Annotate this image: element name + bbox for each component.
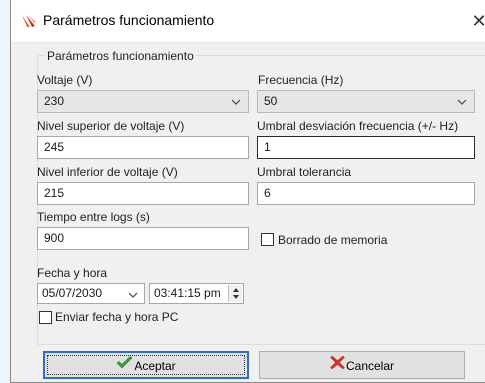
tolerance-input[interactable]: 6 — [257, 182, 475, 205]
cancel-button[interactable]: Cancelar — [259, 351, 465, 379]
lower-voltage-input[interactable]: 215 — [37, 182, 249, 205]
tolerance-label: Umbral tolerancia — [257, 165, 352, 179]
dialog-window: Parámetros funcionamiento ✕ Parámetros f… — [10, 0, 485, 383]
app-icon — [21, 13, 37, 29]
title-bar: Parámetros funcionamiento ✕ — [11, 0, 485, 43]
chevron-down-icon — [231, 93, 241, 114]
frequency-select[interactable]: 50 — [257, 90, 475, 113]
accept-button[interactable]: Aceptar — [43, 351, 249, 379]
send-pc-datetime-label[interactable]: Enviar fecha y hora PC — [55, 310, 178, 324]
close-icon[interactable]: ✕ — [467, 9, 485, 33]
voltage-value: 230 — [44, 94, 65, 108]
time-value: 03:41:15 pm — [154, 286, 221, 300]
datetime-label: Fecha y hora — [37, 266, 108, 280]
chevron-down-icon — [457, 93, 467, 114]
focus-rectangle — [47, 355, 245, 375]
cancel-label: Cancelar — [345, 358, 395, 373]
date-picker[interactable]: 05/07/2030 — [37, 283, 145, 304]
time-picker[interactable]: 03:41:15 pm — [149, 283, 244, 304]
lower-voltage-label: Nivel inferior de voltaje (V) — [37, 165, 178, 179]
groupbox-label: Parámetros funcionamiento — [45, 49, 196, 63]
cross-icon — [330, 353, 345, 379]
voltage-select[interactable]: 230 — [37, 90, 249, 113]
send-pc-datetime-checkbox[interactable] — [39, 311, 52, 324]
frequency-value: 50 — [264, 94, 278, 108]
memory-erase-checkbox[interactable] — [261, 233, 274, 246]
window-title: Parámetros funcionamiento — [43, 12, 215, 28]
log-interval-label: Tiempo entre logs (s) — [37, 210, 150, 224]
upper-voltage-input[interactable]: 245 — [37, 136, 249, 159]
frequency-deviation-label: Umbral desviación frecuencia (+/- Hz) — [257, 119, 459, 133]
log-interval-input[interactable]: 900 — [37, 227, 249, 250]
date-value: 05/07/2030 — [42, 286, 103, 300]
memory-erase-label[interactable]: Borrado de memoria — [278, 233, 387, 247]
upper-voltage-label: Nivel superior de voltaje (V) — [37, 119, 185, 133]
spinner-arrows-icon — [233, 288, 239, 299]
voltage-label: Voltaje (V) — [37, 73, 93, 87]
frequency-deviation-input[interactable]: 1 — [257, 136, 475, 159]
frequency-label: Frecuencia (Hz) — [258, 73, 344, 87]
chevron-down-icon[interactable] — [128, 286, 138, 305]
time-spinner[interactable] — [228, 285, 242, 302]
